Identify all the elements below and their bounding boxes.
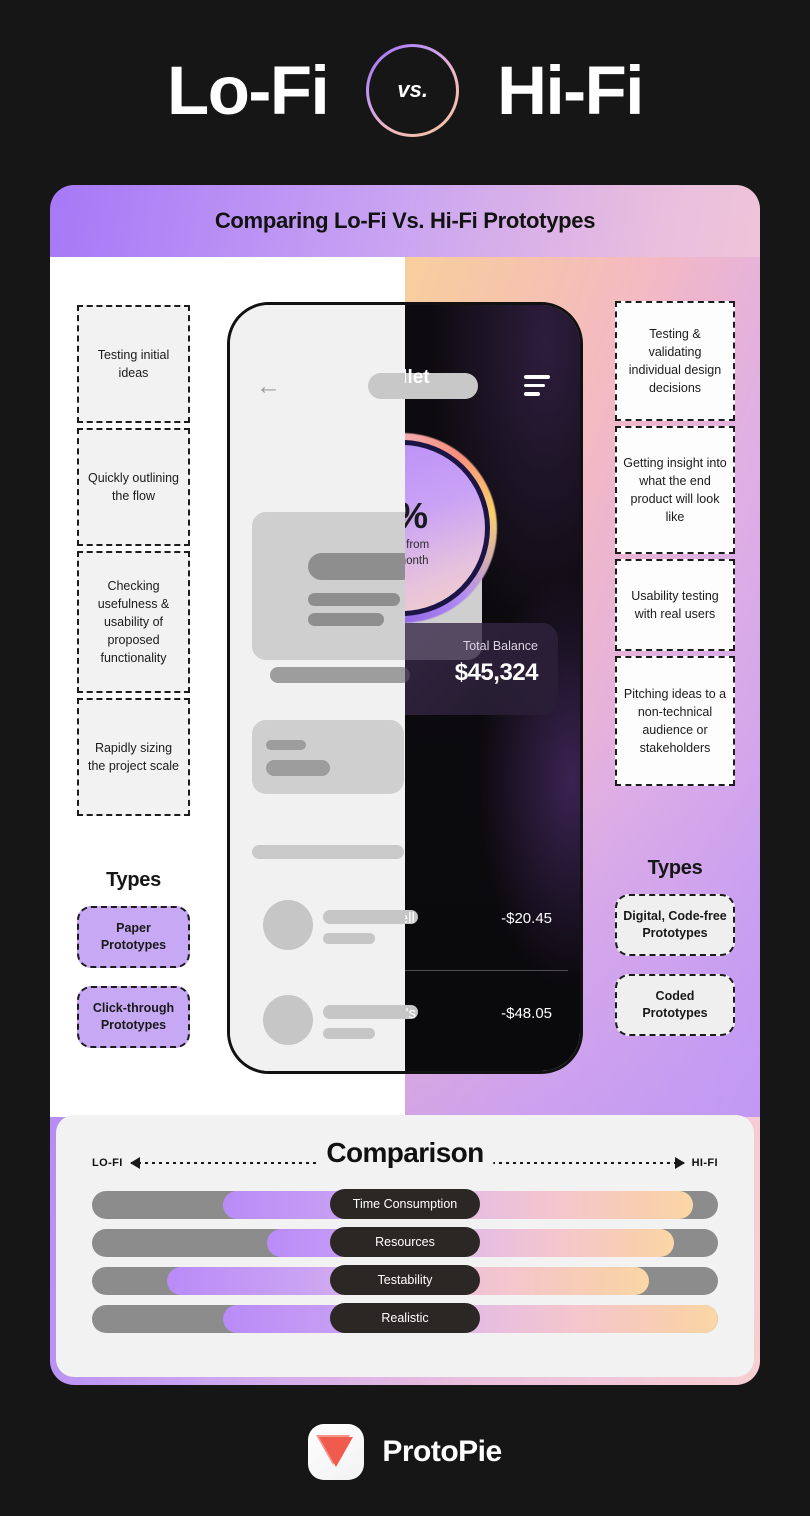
hifi-type-item: Coded Prototypes bbox=[615, 973, 735, 1036]
vs-label: vs. bbox=[397, 77, 428, 102]
wireframe-bar bbox=[252, 845, 404, 859]
hero-lofi-word: Lo-Fi bbox=[167, 51, 330, 129]
arrow-right-icon bbox=[674, 1157, 685, 1169]
arrow-left-icon bbox=[129, 1157, 140, 1169]
logo-triangle-shape bbox=[319, 1437, 354, 1467]
hero-header: Lo-Fi vs. Hi-Fi bbox=[0, 0, 810, 180]
wireframe-line bbox=[266, 760, 330, 776]
vs-badge: vs. bbox=[366, 44, 459, 137]
lofi-usecase-list: Testing initial ideas Quickly outlining … bbox=[77, 305, 190, 816]
wireframe-line bbox=[323, 1028, 375, 1039]
wireframe-line bbox=[323, 910, 418, 924]
protopie-logo-icon bbox=[308, 1424, 365, 1480]
hero-hifi-word: Hi-Fi bbox=[497, 51, 644, 129]
bar-label: Testability bbox=[330, 1265, 480, 1295]
lofi-usecase-item: Testing initial ideas bbox=[77, 305, 190, 423]
hifi-type-item: Digital, Code-free Prototypes bbox=[615, 894, 735, 956]
wireframe-line bbox=[308, 553, 416, 580]
comparison-bars: Time Consumption Resources Testability R… bbox=[92, 1189, 718, 1333]
wireframe-line bbox=[323, 933, 375, 944]
wireframe-small-card bbox=[252, 720, 404, 794]
axis-label-hifi: HI-FI bbox=[691, 1157, 719, 1169]
hifi-types-title: Types bbox=[647, 857, 703, 879]
hifi-types-section: Types Digital, Code-free Prototypes Code… bbox=[615, 857, 735, 1054]
wireframe-line bbox=[308, 613, 384, 626]
comparison-section: LO-FI Comparison HI-FI Time Consumption bbox=[56, 1115, 754, 1377]
wireframe-line bbox=[308, 593, 400, 606]
lofi-types-title: Types bbox=[106, 869, 161, 891]
back-arrow-icon[interactable]: ← bbox=[256, 373, 282, 399]
hifi-usecase-item: Pitching ideas to a non-technical audien… bbox=[615, 656, 735, 786]
bar-label: Realistic bbox=[330, 1303, 480, 1333]
brand-name: ProtoPie bbox=[382, 1435, 502, 1468]
comparison-title: Comparison bbox=[316, 1137, 494, 1169]
wireframe-title-placeholder bbox=[368, 373, 478, 399]
lofi-usecase-item: Quickly outlining the flow bbox=[77, 428, 190, 546]
hifi-usecase-item: Testing & validating individual design d… bbox=[615, 301, 735, 421]
axis-label-lofi: LO-FI bbox=[92, 1157, 123, 1169]
card-body: Testing initial ideas Quickly outlining … bbox=[50, 257, 760, 1117]
wireframe-avatar bbox=[263, 900, 313, 950]
hifi-usecase-list: Testing & validating individual design d… bbox=[615, 301, 735, 786]
lofi-type-item: Paper Prototypes bbox=[77, 906, 190, 968]
comparison-header: LO-FI Comparison HI-FI bbox=[92, 1137, 719, 1185]
comparison-bar-row: Testability bbox=[92, 1265, 718, 1295]
phone-hifi-half bbox=[405, 305, 580, 1071]
infographic-page: Lo-Fi vs. Hi-Fi Comparing Lo-Fi Vs. Hi-F… bbox=[0, 0, 810, 1516]
comparison-bar-row: Realistic bbox=[92, 1303, 718, 1333]
card-title: Comparing Lo-Fi Vs. Hi-Fi Prototypes bbox=[214, 208, 596, 233]
bar-label: Resources bbox=[330, 1227, 480, 1257]
phone-mockup: ← let from onth Total Balance $45,324 ll… bbox=[227, 302, 583, 1074]
comparison-bar-row: Resources bbox=[92, 1227, 718, 1257]
hifi-usecase-item: Usability testing with real users bbox=[615, 559, 735, 651]
wireframe-hero-card bbox=[252, 512, 482, 660]
wireframe-line bbox=[323, 1005, 418, 1019]
wireframe-avatar bbox=[263, 995, 313, 1045]
hifi-usecase-item: Getting insight into what the end produc… bbox=[615, 426, 735, 554]
comparison-bar-row: Time Consumption bbox=[92, 1189, 718, 1219]
lofi-types-section: Types Paper Prototypes Click-through Pro… bbox=[77, 869, 190, 1066]
lofi-usecase-item: Checking usefulness & usability of propo… bbox=[77, 551, 190, 693]
phone-lofi-half bbox=[230, 305, 405, 1071]
comparison-card: Comparing Lo-Fi Vs. Hi-Fi Prototypes Tes… bbox=[50, 185, 760, 1385]
lofi-usecase-item: Rapidly sizing the project scale bbox=[77, 698, 190, 816]
bar-label: Time Consumption bbox=[330, 1189, 480, 1219]
brand-footer: ProtoPie bbox=[0, 1424, 810, 1480]
lofi-type-item: Click-through Prototypes bbox=[77, 985, 190, 1048]
wireframe-line bbox=[266, 740, 306, 750]
wireframe-bar bbox=[270, 667, 410, 683]
